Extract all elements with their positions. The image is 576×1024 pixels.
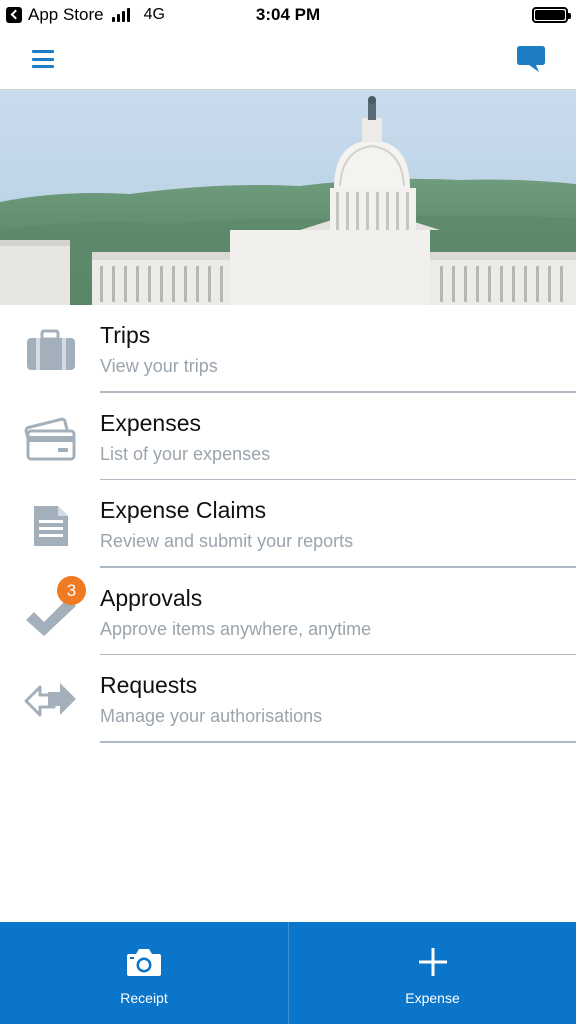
menu-item-subtitle: List of your expenses: [100, 443, 271, 464]
battery-icon: [532, 7, 571, 23]
menu-item-requests[interactable]: Requests Manage your authorisations: [0, 655, 576, 743]
main-menu-list: Trips View your trips Expenses List of y…: [0, 305, 576, 743]
menu-item-subtitle: Manage your authorisations: [100, 706, 323, 726]
approvals-count-badge: 3: [57, 576, 86, 605]
menu-item-subtitle: Approve items anywhere, anytime: [100, 618, 372, 639]
hero-capitol-image: [0, 90, 576, 305]
camera-icon: [126, 946, 162, 978]
menu-item-title: Trips: [100, 322, 151, 348]
document-icon: [24, 504, 78, 548]
plus-icon: [415, 946, 451, 978]
credit-card-icon: [24, 417, 78, 461]
menu-item-expense-claims[interactable]: Expense Claims Review and submit your re…: [0, 480, 576, 568]
divider: [100, 741, 576, 743]
exchange-arrows-icon: [24, 679, 78, 723]
menu-item-title: Expenses: [100, 409, 202, 436]
receipt-button[interactable]: Receipt: [0, 922, 288, 1024]
nav-bar: [0, 30, 576, 90]
menu-item-approvals[interactable]: Approvals Approve items anywhere, anytim…: [0, 568, 576, 655]
menu-item-subtitle: Review and submit your reports: [100, 531, 354, 551]
hamburger-menu-icon[interactable]: [32, 50, 54, 68]
bottom-action-bar: Receipt Expense: [0, 922, 576, 1024]
menu-item-trips[interactable]: Trips View your trips: [0, 305, 576, 393]
menu-item-title: Requests: [100, 672, 198, 698]
expense-label: Expense: [405, 990, 460, 1006]
briefcase-icon: [24, 329, 78, 373]
menu-item-title: Expense Claims: [100, 497, 267, 523]
menu-item-title: Approvals: [100, 584, 203, 611]
menu-item-expenses[interactable]: Expenses List of your expenses: [0, 393, 576, 480]
menu-item-subtitle: View your trips: [100, 356, 218, 376]
expense-button[interactable]: Expense: [288, 922, 576, 1024]
status-bar: App Store 4G 3:04 PM: [0, 0, 576, 30]
chat-bubble-icon[interactable]: [516, 45, 546, 73]
receipt-label: Receipt: [120, 990, 168, 1006]
status-time: 3:04 PM: [255, 5, 321, 24]
